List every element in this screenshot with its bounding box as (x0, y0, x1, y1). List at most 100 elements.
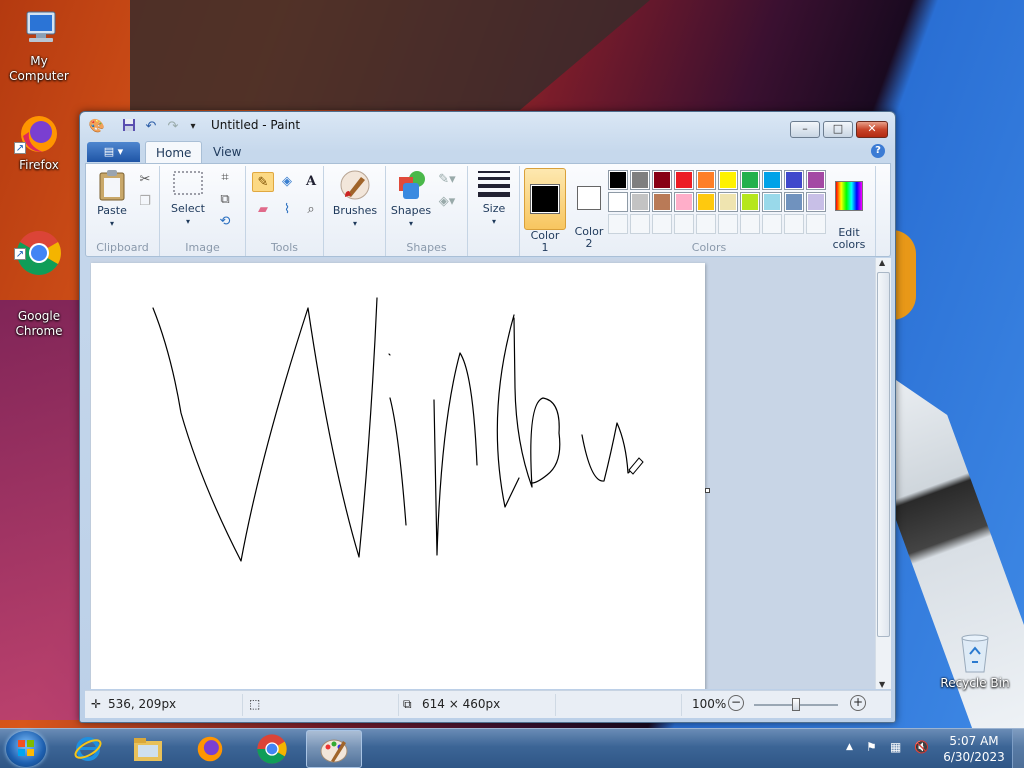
palette-swatch[interactable] (806, 192, 826, 212)
palette-swatch[interactable] (608, 192, 628, 212)
fill-icon[interactable]: ◈ (276, 172, 298, 192)
computer-icon (26, 11, 56, 42)
customize-qat-icon[interactable]: ▾ (184, 118, 202, 136)
size-button[interactable]: Size ▾ (474, 169, 514, 228)
palette-swatch-empty[interactable] (718, 214, 738, 234)
palette-swatch[interactable] (806, 170, 826, 190)
paint-window: 🎨 ↶ ↷ ▾ Untitled - Paint – □ ✕ ▤ ▾ Home … (79, 111, 896, 723)
maximize-button[interactable]: □ (823, 121, 853, 138)
paint-app-icon[interactable]: 🎨 (88, 118, 106, 136)
palette-swatch[interactable] (784, 192, 804, 212)
palette-swatch[interactable] (608, 170, 628, 190)
title-bar: 🎨 ↶ ↷ ▾ Untitled - Paint – □ ✕ (80, 112, 895, 140)
palette-swatch-empty[interactable] (806, 214, 826, 234)
show-hidden-icons-icon[interactable]: ▲ (846, 742, 853, 752)
desktop-icon-chrome[interactable]: ↗ Google Chrome (0, 214, 78, 339)
edit-colors-button[interactable]: Edit colors (826, 169, 872, 251)
group-label: Shapes (406, 241, 447, 254)
palette-swatch[interactable] (784, 170, 804, 190)
group-tools: ✎ ◈ A ▰ ⌇ ⌕ Tools (246, 166, 324, 256)
volume-muted-icon[interactable]: 🔇 (914, 740, 929, 754)
help-icon[interactable]: ? (871, 144, 885, 158)
network-icon[interactable]: ▦ (890, 740, 901, 754)
fill-shape-icon[interactable]: ◈▾ (436, 192, 458, 212)
rotate-icon[interactable]: ⟲ (214, 212, 236, 232)
taskbar-internet-explorer[interactable] (60, 730, 116, 768)
palette-swatch[interactable] (696, 170, 716, 190)
zoom-out-icon[interactable]: − (728, 695, 744, 711)
palette-swatch-empty[interactable] (630, 214, 650, 234)
close-button[interactable]: ✕ (856, 121, 888, 138)
save-icon[interactable] (120, 118, 138, 136)
paste-button[interactable]: Paste ▾ (92, 169, 132, 230)
group-label: Colors (691, 241, 727, 254)
file-menu-button[interactable]: ▤ ▾ (87, 142, 140, 162)
clipboard-icon (99, 170, 125, 201)
select-icon (173, 171, 203, 195)
divider (398, 694, 399, 716)
redo-icon[interactable]: ↷ (164, 118, 182, 136)
palette-swatch-empty[interactable] (674, 214, 694, 234)
copy-icon[interactable]: ❐ (134, 192, 156, 212)
palette-swatch[interactable] (718, 192, 738, 212)
palette-swatch[interactable] (630, 192, 650, 212)
show-desktop-button[interactable] (1012, 729, 1024, 768)
palette-swatch[interactable] (652, 170, 672, 190)
taskbar-file-explorer[interactable] (120, 730, 176, 768)
palette-swatch[interactable] (762, 170, 782, 190)
start-button[interactable] (6, 731, 46, 767)
palette-swatch[interactable] (718, 170, 738, 190)
undo-icon[interactable]: ↶ (142, 118, 160, 136)
resize-handle[interactable] (705, 488, 710, 493)
desktop-icon-my-computer[interactable]: My Computer (0, 8, 78, 84)
palette-swatch[interactable] (762, 192, 782, 212)
shapes-button[interactable]: Shapes ▾ (390, 169, 432, 230)
eraser-icon[interactable]: ▰ (252, 200, 274, 220)
magnifier-icon[interactable]: ⌕ (300, 200, 322, 220)
cut-icon[interactable]: ✂ (134, 170, 156, 190)
taskbar-paint[interactable] (306, 730, 362, 768)
outline-icon[interactable]: ✎▾ (436, 170, 458, 190)
palette-swatch-empty[interactable] (762, 214, 782, 234)
brushes-button[interactable]: Brushes ▾ (330, 169, 380, 230)
palette-swatch-empty[interactable] (784, 214, 804, 234)
scroll-down-icon[interactable]: ▼ (879, 680, 885, 689)
drawing-canvas[interactable] (91, 263, 710, 689)
desktop-icon-recycle-bin[interactable]: Recycle Bin (936, 632, 1014, 691)
minimize-button[interactable]: – (790, 121, 820, 138)
scrollbar-thumb[interactable] (877, 272, 890, 637)
palette-swatch-empty[interactable] (696, 214, 716, 234)
palette-swatch[interactable] (674, 170, 694, 190)
palette-swatch[interactable] (674, 192, 694, 212)
tab-home[interactable]: Home (145, 141, 203, 163)
pencil-icon[interactable]: ✎ (252, 172, 274, 192)
zoom-slider-thumb[interactable] (792, 698, 800, 711)
palette-swatch[interactable] (630, 170, 650, 190)
crop-icon[interactable]: ⌗ (214, 168, 236, 188)
color-picker-icon[interactable]: ⌇ (276, 200, 298, 220)
selection-size-icon: ⬚ (249, 697, 261, 711)
palette-swatch[interactable] (652, 192, 672, 212)
palette-swatch[interactable] (696, 192, 716, 212)
action-center-icon[interactable]: ⚑ (866, 740, 877, 754)
palette-swatch[interactable] (740, 192, 760, 212)
palette-swatch-empty[interactable] (608, 214, 628, 234)
zoom-level: 100% (692, 697, 727, 711)
scroll-up-icon[interactable]: ▲ (879, 258, 885, 267)
vertical-scrollbar[interactable]: ▲ ▼ (875, 258, 891, 689)
paint-icon (320, 739, 348, 763)
desktop-icon-firefox[interactable]: ↗ Firefox (0, 112, 78, 173)
select-button[interactable]: Select ▾ (166, 169, 210, 228)
clock[interactable]: 5:07 AM 6/30/2023 (941, 733, 1007, 765)
palette-swatch-empty[interactable] (740, 214, 760, 234)
palette-swatch[interactable] (740, 170, 760, 190)
resize-icon[interactable]: ⧉ (214, 190, 236, 210)
text-icon[interactable]: A (300, 172, 322, 192)
zoom-slider[interactable] (754, 698, 838, 711)
taskbar-firefox[interactable] (182, 730, 238, 768)
taskbar-chrome[interactable] (244, 730, 300, 768)
tab-view[interactable]: View (203, 141, 251, 163)
zoom-in-icon[interactable]: + (850, 695, 866, 711)
palette-swatch-empty[interactable] (652, 214, 672, 234)
desktop-icon-label: Google Chrome (15, 309, 63, 338)
